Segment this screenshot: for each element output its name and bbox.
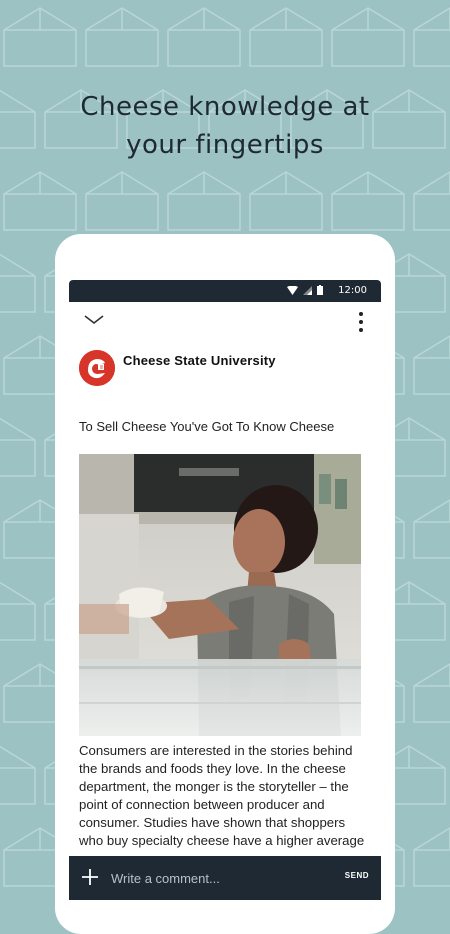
cheesemonger-photo	[79, 454, 361, 736]
status-time: 12:00	[338, 285, 367, 296]
status-icons	[286, 285, 323, 296]
cheese-wedge-shape	[167, 171, 241, 231]
signal-icon	[302, 285, 312, 295]
article-body: Consumers are interested in the stories …	[79, 743, 365, 848]
headline-line-1: Cheese knowledge at	[80, 92, 370, 122]
cheese-wedge-shape	[85, 171, 159, 231]
chevron-down-icon[interactable]	[83, 312, 105, 330]
cheese-wedge-shape	[413, 171, 450, 231]
cheese-wedge-shape	[413, 827, 450, 887]
battery-icon	[317, 285, 323, 295]
cheese-wedge-shape	[0, 745, 36, 805]
cheese-wedge-shape	[331, 171, 405, 231]
app-bar	[69, 302, 381, 340]
source-name: Cheese State University	[123, 353, 276, 368]
cheese-wedge-shape	[413, 335, 450, 395]
comment-input[interactable]	[111, 866, 331, 890]
send-button[interactable]: SEND	[345, 871, 369, 880]
status-bar: 12:00	[69, 280, 381, 302]
cheese-wedge-shape	[0, 581, 36, 641]
cheese-wedge-shape	[0, 253, 36, 313]
plus-icon[interactable]	[79, 866, 101, 888]
article-title: To Sell Cheese You've Got To Know Cheese	[79, 419, 335, 434]
phone-screen: 12:00 Cheese State University To Sell Ch…	[69, 280, 381, 900]
cheese-wedge-shape	[85, 7, 159, 67]
headline-line-2: your fingertips	[126, 130, 324, 160]
promo-headline: Cheese knowledge at your fingertips	[0, 88, 450, 164]
cheese-wedge-shape	[331, 7, 405, 67]
wifi-icon	[286, 285, 298, 295]
cheese-wedge-shape	[3, 171, 77, 231]
cheese-wedge-shape	[413, 499, 450, 559]
more-vert-icon[interactable]	[355, 310, 367, 334]
cheese-wedge-shape	[249, 7, 323, 67]
university-logo-icon	[79, 350, 115, 386]
article-source[interactable]: Cheese State University	[79, 348, 369, 388]
cheese-wedge-shape	[0, 417, 36, 477]
comment-bar: SEND	[69, 856, 381, 900]
cheese-wedge-shape	[413, 7, 450, 67]
cheese-wedge-shape	[3, 7, 77, 67]
cheese-wedge-shape	[249, 171, 323, 231]
cheese-wedge-shape	[413, 663, 450, 723]
cheese-wedge-shape	[167, 7, 241, 67]
